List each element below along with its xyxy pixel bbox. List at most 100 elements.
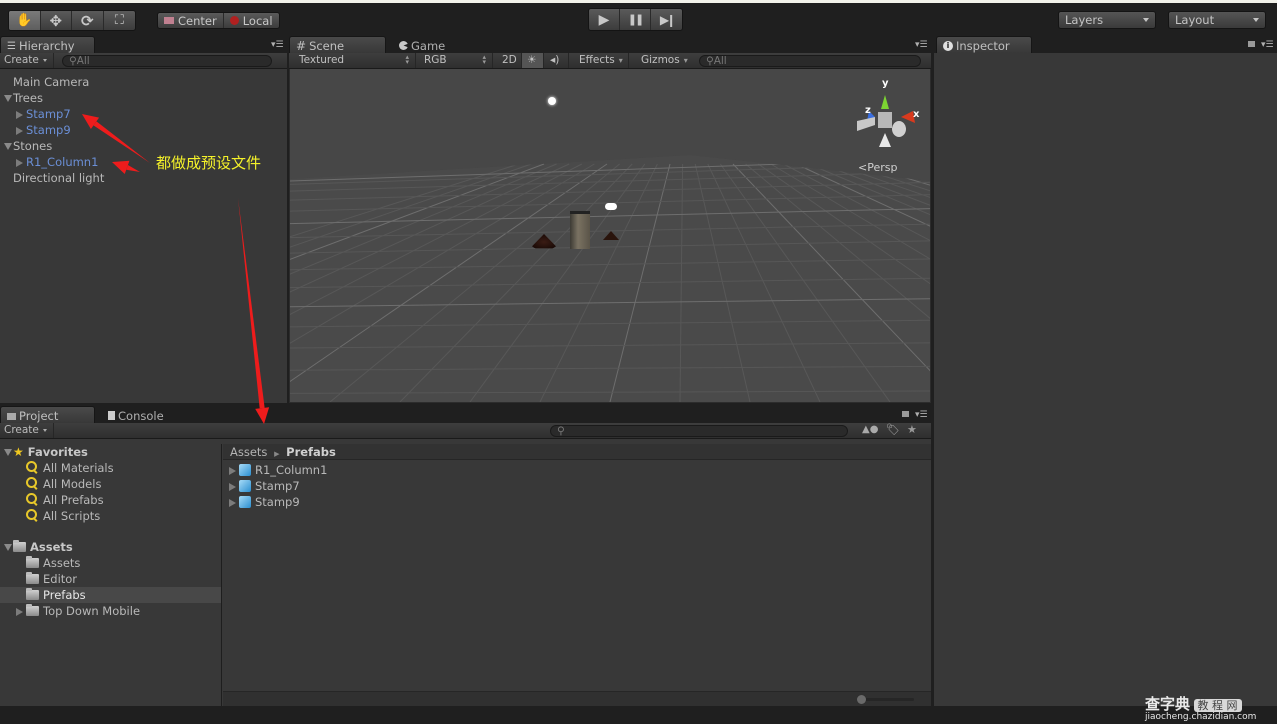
hierarchy-item[interactable]: Directional light — [4, 170, 104, 186]
render-mode-dropdown[interactable]: Textured ▴ ▾ — [289, 53, 416, 68]
layout-dropdown[interactable]: Layout — [1168, 11, 1266, 29]
tab-inspector[interactable]: i Inspector — [936, 36, 1032, 53]
favorite-item[interactable]: All Prefabs — [26, 492, 104, 508]
folder-item[interactable]: Assets — [26, 555, 80, 571]
collapse-icon[interactable] — [229, 467, 236, 475]
gizmos-dropdown[interactable]: Gizmos ▾ — [633, 53, 693, 68]
project-toolbar: Create ⚲ ▲● 🏷 ★ — [0, 423, 931, 439]
project-tabbar: Project Console ▾☰ — [0, 406, 931, 423]
panel-menu-icon[interactable]: ▾☰ — [271, 41, 284, 50]
hierarchy-create-button[interactable]: Create — [4, 53, 54, 68]
collapse-icon[interactable] — [16, 608, 23, 616]
pivot-local-button[interactable]: Local — [224, 13, 279, 28]
tab-hierarchy[interactable]: ☰ Hierarchy — [0, 36, 95, 53]
lock-icon[interactable] — [1248, 41, 1255, 47]
tab-console[interactable]: Console — [102, 406, 182, 423]
expand-icon[interactable] — [4, 143, 12, 150]
project-create-button[interactable]: Create — [4, 423, 54, 438]
search-filter-icon — [26, 509, 39, 522]
favorite-item-label: All Scripts — [43, 509, 101, 523]
watermark: 查字典 教 程 网 jiaocheng.chazidian.com — [1145, 693, 1275, 722]
folder-item[interactable]: Editor — [26, 571, 77, 587]
scene-search-input[interactable]: ⚲All — [699, 55, 921, 67]
step-button[interactable]: ▶❙ — [651, 9, 682, 30]
pacman-icon — [399, 41, 408, 50]
move-tool-button[interactable]: ✥ — [41, 11, 72, 30]
breadcrumb-prefabs[interactable]: Prefabs — [286, 445, 336, 459]
tab-project[interactable]: Project — [0, 406, 95, 423]
assets-header[interactable]: Assets — [4, 539, 73, 555]
collapse-icon[interactable] — [16, 159, 23, 167]
favorite-item[interactable]: All Materials — [26, 460, 114, 476]
breadcrumb-assets[interactable]: Assets — [230, 445, 267, 459]
folder-item[interactable]: Prefabs — [26, 587, 86, 603]
audio-icon: ◂) — [550, 54, 560, 66]
layers-label: Layers — [1065, 13, 1104, 27]
folder-item[interactable]: Top Down Mobile — [16, 603, 140, 619]
pause-button[interactable]: ❚❚ — [620, 9, 651, 30]
icon-size-slider[interactable] — [857, 695, 914, 704]
favorite-star-icon[interactable]: ★ — [907, 423, 917, 436]
tab-game[interactable]: Game — [393, 36, 473, 53]
expand-icon[interactable] — [4, 95, 12, 102]
prefab-cube-icon — [239, 480, 251, 492]
scale-tool-button[interactable]: ⛶ — [104, 11, 135, 30]
collapse-icon[interactable] — [229, 499, 236, 507]
expand-icon[interactable] — [4, 449, 12, 456]
r1-column1-object[interactable] — [570, 211, 590, 249]
panel-menu-icon[interactable]: ▾☰ — [915, 41, 928, 50]
audio-toggle[interactable]: ◂) — [544, 53, 569, 68]
hierarchy-item[interactable]: Main Camera — [4, 74, 89, 90]
projection-toggle[interactable]: <Persp — [858, 161, 897, 174]
tab-scene[interactable]: # Scene — [289, 36, 386, 53]
2d-toggle[interactable]: 2D — [497, 53, 522, 68]
pivot-center-button[interactable]: Center — [158, 13, 224, 28]
hierarchy-item[interactable]: Stones — [4, 138, 52, 154]
filter-label-icon[interactable]: 🏷 — [886, 423, 900, 436]
folder-item-label: Assets — [43, 556, 81, 570]
tab-console-label: Console — [118, 408, 164, 423]
prefab-file-item[interactable]: Stamp7 — [229, 478, 300, 494]
favorite-item-label: All Prefabs — [43, 493, 104, 507]
play-button[interactable]: ▶ — [589, 9, 620, 30]
project-search-input[interactable]: ⚲ — [550, 425, 848, 437]
camera-gizmo-icon[interactable] — [605, 203, 617, 210]
rotate-tool-button[interactable]: ⟳ — [72, 11, 104, 30]
prefab-file-item[interactable]: Stamp9 — [229, 494, 300, 510]
hierarchy-item[interactable]: Trees — [4, 90, 43, 106]
effects-dropdown[interactable]: Effects ▾ — [569, 53, 629, 68]
lock-icon[interactable] — [902, 411, 909, 417]
layers-dropdown[interactable]: Layers — [1058, 11, 1156, 29]
lighting-toggle[interactable]: ☀ — [522, 53, 544, 68]
scene-viewport[interactable]: y x z <Persp — [290, 69, 930, 402]
expand-icon[interactable] — [4, 544, 12, 551]
color-mode-dropdown[interactable]: RGB ▴ ▾ — [416, 53, 493, 68]
collapse-icon[interactable] — [16, 127, 23, 135]
panel-menu-icon[interactable]: ▾☰ — [1261, 41, 1274, 50]
hierarchy-search-input[interactable]: ⚲All — [62, 55, 272, 67]
favorites-header[interactable]: ★ Favorites — [4, 444, 88, 460]
orientation-gizmo[interactable]: y x z — [853, 77, 925, 157]
inspector-tabbar: i Inspector ▾☰ — [934, 36, 1277, 53]
filter-type-icon[interactable]: ▲● — [862, 424, 878, 435]
folder-icon — [26, 556, 39, 568]
project-panel: Project Console ▾☰ Create ⚲ ▲● 🏷 ★ ★ Fav… — [0, 406, 931, 706]
collapse-icon[interactable] — [16, 111, 23, 119]
hierarchy-item[interactable]: Stamp7 — [16, 106, 71, 122]
light-gizmo-icon[interactable] — [548, 97, 556, 105]
favorite-item[interactable]: All Models — [26, 476, 101, 492]
collapse-icon[interactable] — [229, 483, 236, 491]
slider-handle[interactable] — [857, 695, 866, 704]
prefab-file-label: R1_Column1 — [255, 463, 328, 477]
hand-tool-button[interactable]: ✋ — [9, 11, 41, 30]
pivot-local-label: Local — [242, 13, 273, 28]
panel-menu-icon[interactable]: ▾☰ — [915, 411, 928, 420]
hand-icon: ✋ — [16, 13, 33, 28]
chevron-down-icon — [1143, 18, 1149, 22]
favorite-item[interactable]: All Scripts — [26, 508, 100, 524]
hierarchy-item[interactable]: Stamp9 — [16, 122, 71, 138]
scene-tabbar: # Scene Game ▾☰ — [289, 36, 931, 53]
hierarchy-item[interactable]: R1_Column1 — [16, 154, 98, 170]
tab-hierarchy-label: Hierarchy — [18, 39, 75, 53]
prefab-file-item[interactable]: R1_Column1 — [229, 462, 327, 478]
